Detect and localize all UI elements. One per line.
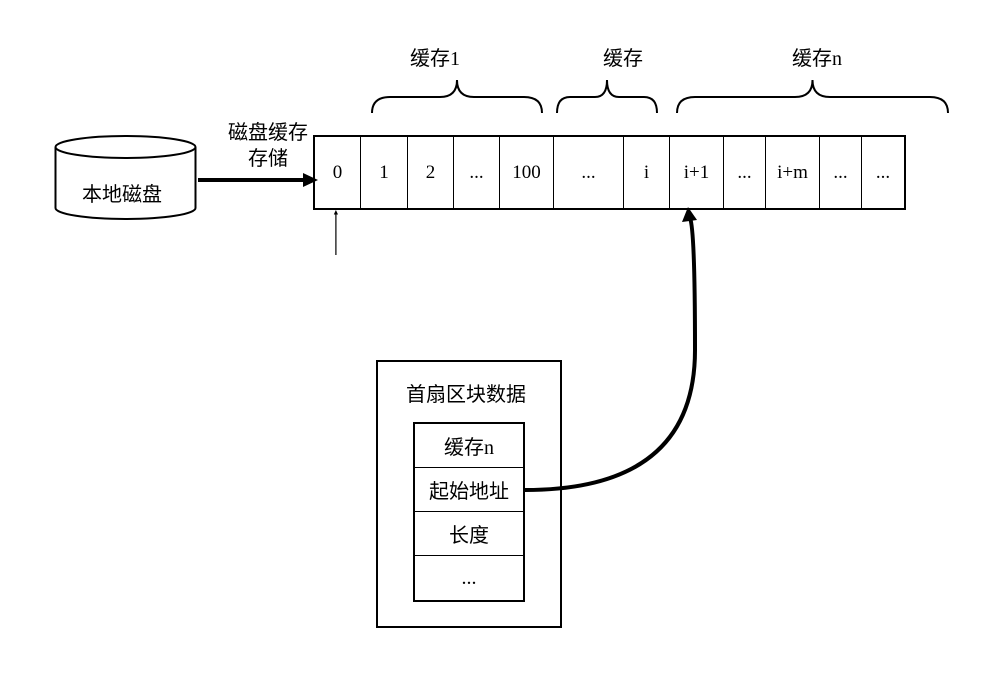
inner-row-cachen: 缓存n (415, 424, 523, 468)
disk-cache-storage-label: 磁盘缓存 存储 (228, 120, 308, 172)
storage-cell-im: i+m (766, 137, 820, 208)
inner-row-dots: ... (415, 556, 523, 600)
storage-cell-2: 2 (408, 137, 454, 208)
curved-arrow-icon (525, 200, 715, 500)
storage-array: 0 1 2 ... 100 ... i i+1 ... i+m ... ... (313, 135, 906, 210)
storage-cell-1: 1 (361, 137, 408, 208)
cache-mid-label: 缓存 (603, 42, 643, 71)
storage-cell-i1: i+1 (670, 137, 724, 208)
inner-row-start-addr: 起始地址 (415, 468, 523, 512)
arrow-disk-to-storage-icon (198, 170, 318, 190)
local-disk-label: 本地磁盘 (82, 178, 162, 207)
storage-cell-dots4: ... (820, 137, 862, 208)
storage-cell-0: 0 (315, 137, 361, 208)
brace2-icon (555, 72, 659, 115)
sector-inner-table: 缓存n 起始地址 长度 ... (413, 422, 525, 602)
arrow-up-icon (335, 210, 341, 360)
storage-cell-100: 100 (500, 137, 554, 208)
storage-cell-dots1: ... (454, 137, 500, 208)
cachen-label: 缓存n (792, 42, 842, 71)
storage-cell-dots3: ... (724, 137, 766, 208)
sector-block-title: 首扇区块数据 (406, 378, 526, 407)
inner-row-length: 长度 (415, 512, 523, 556)
storage-cell-i: i (624, 137, 670, 208)
storage-cell-dots5: ... (862, 137, 904, 208)
brace1-icon (370, 72, 544, 115)
cache1-label: 缓存1 (410, 42, 460, 71)
storage-cell-dots2: ... (554, 137, 624, 208)
bracen-icon (675, 72, 950, 115)
